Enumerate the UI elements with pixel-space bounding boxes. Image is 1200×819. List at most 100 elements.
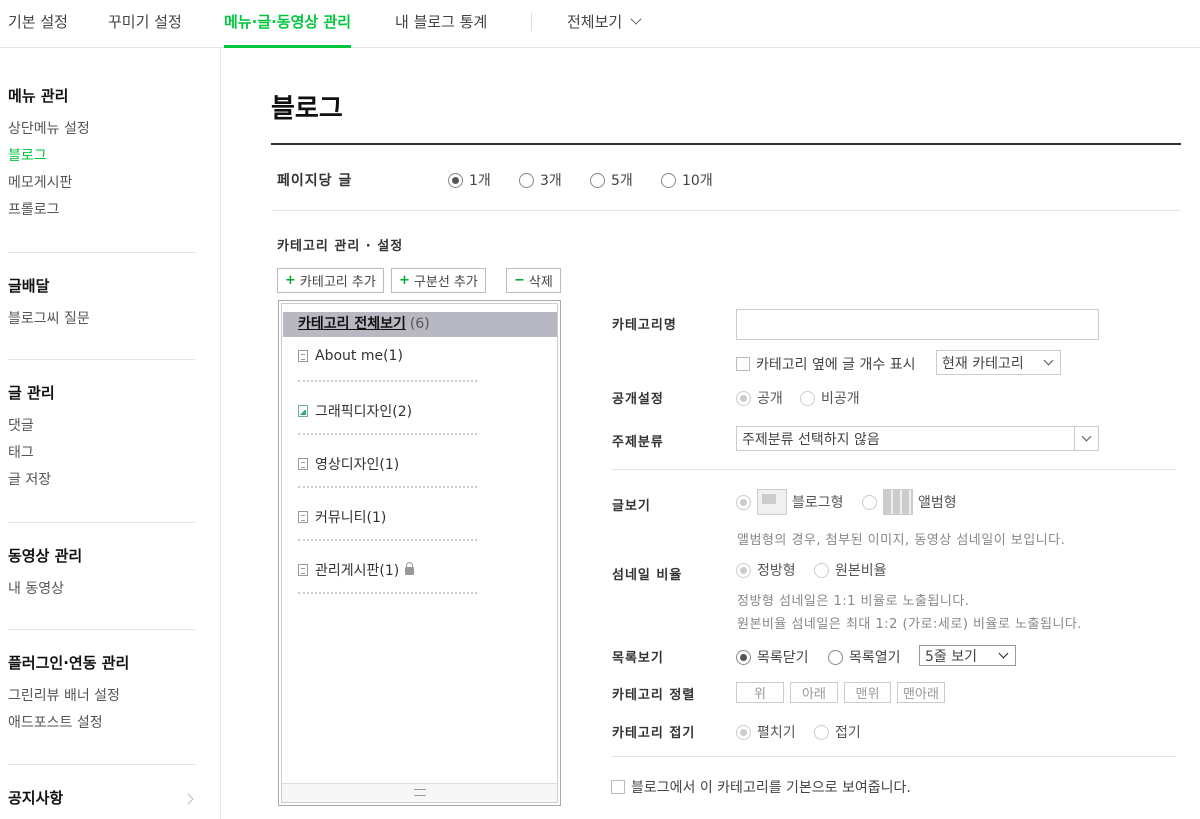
sidebar-item-blog[interactable]: 블로그 xyxy=(8,145,195,165)
sidebar-group-menu: 메뉴 관리 상단메뉴 설정 블로그 메모게시판 프롤로그 xyxy=(8,85,195,219)
sort-top-button[interactable]: 맨위 xyxy=(844,682,891,703)
sort-up-button[interactable]: 위 xyxy=(736,682,784,703)
category-label: 관리게시판(1) xyxy=(315,563,400,579)
view-album-radio[interactable]: 앨범형 xyxy=(862,489,957,515)
dotted-divider xyxy=(298,539,477,541)
tab-separator xyxy=(531,13,532,31)
checkbox-label: 카테고리 옆에 글 개수 표시 xyxy=(756,357,916,373)
sidebar-item-top-menu[interactable]: 상단메뉴 설정 xyxy=(8,118,195,138)
sidebar-group-title: 동영상 관리 xyxy=(8,547,83,565)
category-item[interactable]: 커뮤니티(1) xyxy=(298,507,386,527)
per-page-radio-10[interactable]: 10개 xyxy=(661,170,713,190)
dotted-divider xyxy=(298,380,477,382)
count-scope-select[interactable]: 현재 카테고리 xyxy=(936,350,1061,375)
per-page-radio-5[interactable]: 5개 xyxy=(590,170,633,190)
fold-expand-radio[interactable]: 펼치기 xyxy=(736,722,796,742)
view-blog-radio[interactable]: 블로그형 xyxy=(736,489,844,515)
add-divider-button[interactable]: + 구분선 추가 xyxy=(391,268,486,293)
radio-icon xyxy=(800,390,815,406)
radio-label: 목록닫기 xyxy=(757,650,809,666)
radio-icon xyxy=(736,494,751,510)
add-category-button[interactable]: + 카테고리 추가 xyxy=(277,268,384,293)
radio-label: 정방형 xyxy=(757,563,796,579)
sidebar-item-tags[interactable]: 태그 xyxy=(8,442,195,462)
sort-down-button[interactable]: 아래 xyxy=(790,682,838,703)
plus-icon: + xyxy=(399,273,410,288)
select-value: 현재 카테고리 xyxy=(942,355,1024,372)
sidebar-item-adpost[interactable]: 애드포스트 설정 xyxy=(8,712,195,732)
category-item[interactable]: 그래픽디자인(2) xyxy=(298,401,412,421)
per-page-radio-3[interactable]: 3개 xyxy=(519,170,562,190)
ratio-original-radio[interactable]: 원본비율 xyxy=(814,560,887,580)
visibility-public-radio[interactable]: 공개 xyxy=(736,388,783,408)
per-page-radio-1[interactable]: 1개 xyxy=(448,170,491,190)
category-sort-label: 카테고리 정렬 xyxy=(612,688,696,703)
album-layout-icon xyxy=(883,489,913,515)
sidebar-group-title: 메뉴 관리 xyxy=(8,87,69,105)
sidebar-item-memo[interactable]: 메모게시판 xyxy=(8,172,195,192)
radio-icon xyxy=(736,390,751,406)
category-label: 영상디자인(1) xyxy=(315,457,400,473)
list-lines-select[interactable]: 5줄 보기 xyxy=(919,645,1016,666)
chevron-down-icon xyxy=(1081,431,1092,442)
resize-grip-icon xyxy=(414,789,426,796)
blog-layout-icon xyxy=(757,489,787,515)
category-item[interactable]: About me(1) xyxy=(298,348,403,364)
sidebar-group-title: 글배달 xyxy=(8,277,50,295)
category-name-input[interactable] xyxy=(736,309,1099,340)
select-value: 5줄 보기 xyxy=(925,648,977,665)
tab-view-all-label: 전체보기 xyxy=(567,13,623,31)
delete-button[interactable]: − 삭제 xyxy=(506,268,561,293)
sidebar-item-prologue[interactable]: 프롤로그 xyxy=(8,199,195,219)
category-all-item[interactable]: 카테고리 전체보기 (6) xyxy=(283,312,557,337)
ratio-help-2: 원본비율 섬네일은 최대 1:2 (가로:세로) 비율로 노출됩니다. xyxy=(737,617,1082,632)
sidebar-group-video: 동영상 관리 내 동영상 xyxy=(8,545,195,598)
chevron-down-icon xyxy=(630,13,642,25)
thumb-ratio-label: 섬네일 비율 xyxy=(612,568,683,583)
checkbox-icon xyxy=(736,357,750,371)
category-item[interactable]: 영상디자인(1) xyxy=(298,454,399,474)
radio-label: 1개 xyxy=(469,173,491,189)
tab-menu-post-video[interactable]: 메뉴·글·동영상 관리 xyxy=(224,11,352,48)
show-count-checkbox[interactable]: 카테고리 옆에 글 개수 표시 xyxy=(736,354,915,374)
tab-blog-stats[interactable]: 내 블로그 통계 xyxy=(395,11,487,48)
per-page-label: 페이지당 글 xyxy=(277,173,353,189)
sidebar-notice-link[interactable]: 공지사항 xyxy=(8,787,195,807)
sidebar-item-saved-posts[interactable]: 글 저장 xyxy=(8,469,195,489)
topic-select[interactable]: 주제분류 선택하지 않음 xyxy=(736,426,1099,451)
tab-view-all[interactable]: 전체보기 xyxy=(567,11,642,48)
sidebar-item-my-videos[interactable]: 내 동영상 xyxy=(8,578,195,598)
sidebar-item-green-review[interactable]: 그린리뷰 배너 설정 xyxy=(8,685,195,705)
dotted-divider xyxy=(298,486,477,488)
view-help-text: 앨범형의 경우, 첨부된 이미지, 동영상 섬네일이 보입니다. xyxy=(737,533,1066,548)
sort-bottom-button[interactable]: 맨아래 xyxy=(897,682,945,703)
ratio-square-radio[interactable]: 정방형 xyxy=(736,560,796,580)
select-divider xyxy=(1074,427,1075,450)
tab-design-settings[interactable]: 꾸미기 설정 xyxy=(108,11,182,48)
category-item[interactable]: 관리게시판(1) xyxy=(298,560,415,580)
button-label: 카테고리 추가 xyxy=(299,275,376,290)
radio-icon xyxy=(736,649,751,665)
sidebar-divider xyxy=(8,359,195,360)
page-title: 블로그 xyxy=(271,94,343,124)
tab-basic-settings[interactable]: 기본 설정 xyxy=(8,11,68,48)
list-close-radio[interactable]: 목록닫기 xyxy=(736,647,809,667)
checkbox-icon xyxy=(611,780,625,794)
radio-label: 접기 xyxy=(835,725,861,741)
sidebar-item-comments[interactable]: 댓글 xyxy=(8,415,195,435)
default-category-checkbox[interactable]: 블로그에서 이 카테고리를 기본으로 보여줍니다. xyxy=(611,777,911,797)
category-section-label: 카테고리 관리 · 설정 xyxy=(277,239,404,254)
sidebar-item-blogc-question[interactable]: 블로그씨 질문 xyxy=(8,308,195,328)
sidebar-group-title: 플러그인·연동 관리 xyxy=(8,654,130,672)
visibility-private-radio[interactable]: 비공개 xyxy=(800,388,860,408)
fold-collapse-radio[interactable]: 접기 xyxy=(814,722,861,742)
sidebar-group-notice[interactable]: 공지사항 xyxy=(8,787,195,807)
category-name-label: 카테고리명 xyxy=(612,318,677,333)
radio-label: 목록열기 xyxy=(849,650,901,666)
radio-label: 10개 xyxy=(682,173,713,189)
radio-label: 블로그형 xyxy=(792,495,844,511)
resize-handle[interactable] xyxy=(282,783,557,802)
category-label: About me(1) xyxy=(315,348,403,364)
list-open-radio[interactable]: 목록열기 xyxy=(828,647,901,667)
visibility-label: 공개설정 xyxy=(612,392,664,407)
